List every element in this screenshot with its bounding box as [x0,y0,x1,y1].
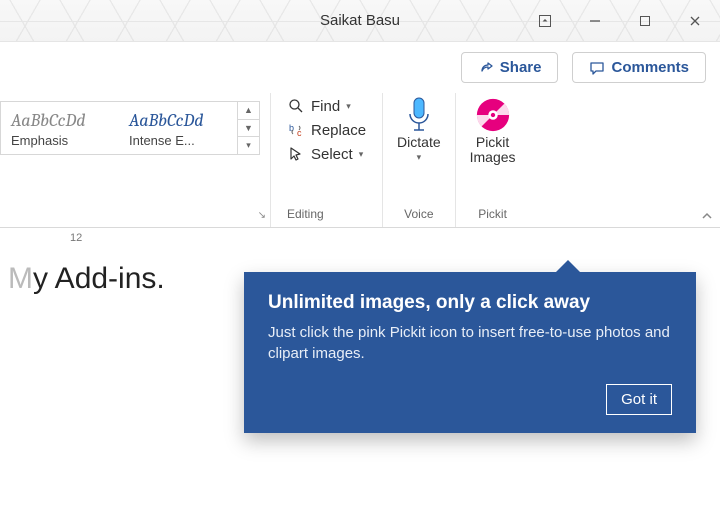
ribbon: AaBbCcDd Emphasis AaBbCcDd Intense E... … [0,93,720,228]
find-label: Find [311,98,340,115]
dictate-button[interactable]: Dictate ▾ Voice [383,93,456,227]
gallery-up-button[interactable]: ▲ [238,102,259,119]
close-button[interactable] [670,0,720,42]
style-label: Emphasis [11,133,115,148]
styles-dialog-launcher[interactable]: ↘ [258,210,266,221]
search-icon [287,97,305,115]
pickit-label: Pickit Images [470,135,516,166]
microphone-icon [401,97,437,133]
comments-label: Comments [611,59,689,76]
pickit-label-1: Pickit [476,134,509,150]
style-preview: AaBbCcDd [11,110,115,131]
callout-actions: Got it [268,384,672,415]
editing-group-label: Editing [287,207,324,221]
callout-body: Just click the pink Pickit icon to inser… [268,322,672,364]
cursor-icon [287,145,305,163]
svg-text:b: b [289,123,294,133]
share-label: Share [500,59,542,76]
style-preview: AaBbCcDd [129,110,233,131]
callout-title: Unlimited images, only a click away [268,292,672,314]
ruler[interactable]: 12 [0,228,720,252]
style-label: Intense E... [129,133,233,148]
comments-button[interactable]: Comments [572,52,706,83]
user-name: Saikat Basu [320,12,400,29]
styles-gallery-scroll: ▲ ▼ ▾ [237,102,259,154]
replace-label: Replace [311,122,366,139]
editing-group: Find ▾ bc Replace Select ▾ Editing [271,93,383,227]
pickit-icon [475,97,511,133]
select-label: Select [311,146,353,163]
pickit-callout: Unlimited images, only a click away Just… [244,272,696,433]
pickit-group-label: Pickit [478,207,507,221]
collapse-ribbon-button[interactable] [700,209,714,223]
ruler-mark: 12 [70,232,82,244]
gallery-down-button[interactable]: ▼ [238,119,259,137]
gallery-more-button[interactable]: ▾ [238,136,259,154]
style-intense-emphasis[interactable]: AaBbCcDd Intense E... [119,102,237,154]
styles-group: AaBbCcDd Emphasis AaBbCcDd Intense E... … [0,93,271,227]
pickit-label-2: Images [470,149,516,165]
dictate-label: Dictate [397,135,441,150]
chevron-down-icon: ▾ [359,149,364,160]
text-prefix: M [8,262,33,295]
maximize-button[interactable] [620,0,670,42]
actions-row: Share Comments [0,42,720,93]
share-icon [478,60,494,76]
voice-group-label: Voice [404,207,433,221]
style-emphasis[interactable]: AaBbCcDd Emphasis [1,102,119,154]
replace-button[interactable]: bc Replace [287,121,366,139]
titlebar: Saikat Basu [0,0,720,42]
chevron-down-icon: ▾ [417,152,422,163]
window-controls [520,0,720,42]
ribbon-display-options-button[interactable] [520,0,570,42]
find-button[interactable]: Find ▾ [287,97,366,115]
comment-icon [589,60,605,76]
share-button[interactable]: Share [461,52,559,83]
chevron-down-icon: ▾ [346,101,351,112]
styles-gallery[interactable]: AaBbCcDd Emphasis AaBbCcDd Intense E... … [0,101,260,155]
replace-icon: bc [287,121,305,139]
text-body: y Add-ins. [33,262,165,295]
got-it-button[interactable]: Got it [606,384,672,415]
pickit-images-button[interactable]: Pickit Images Pickit [456,93,530,227]
minimize-button[interactable] [570,0,620,42]
select-button[interactable]: Select ▾ [287,145,366,163]
